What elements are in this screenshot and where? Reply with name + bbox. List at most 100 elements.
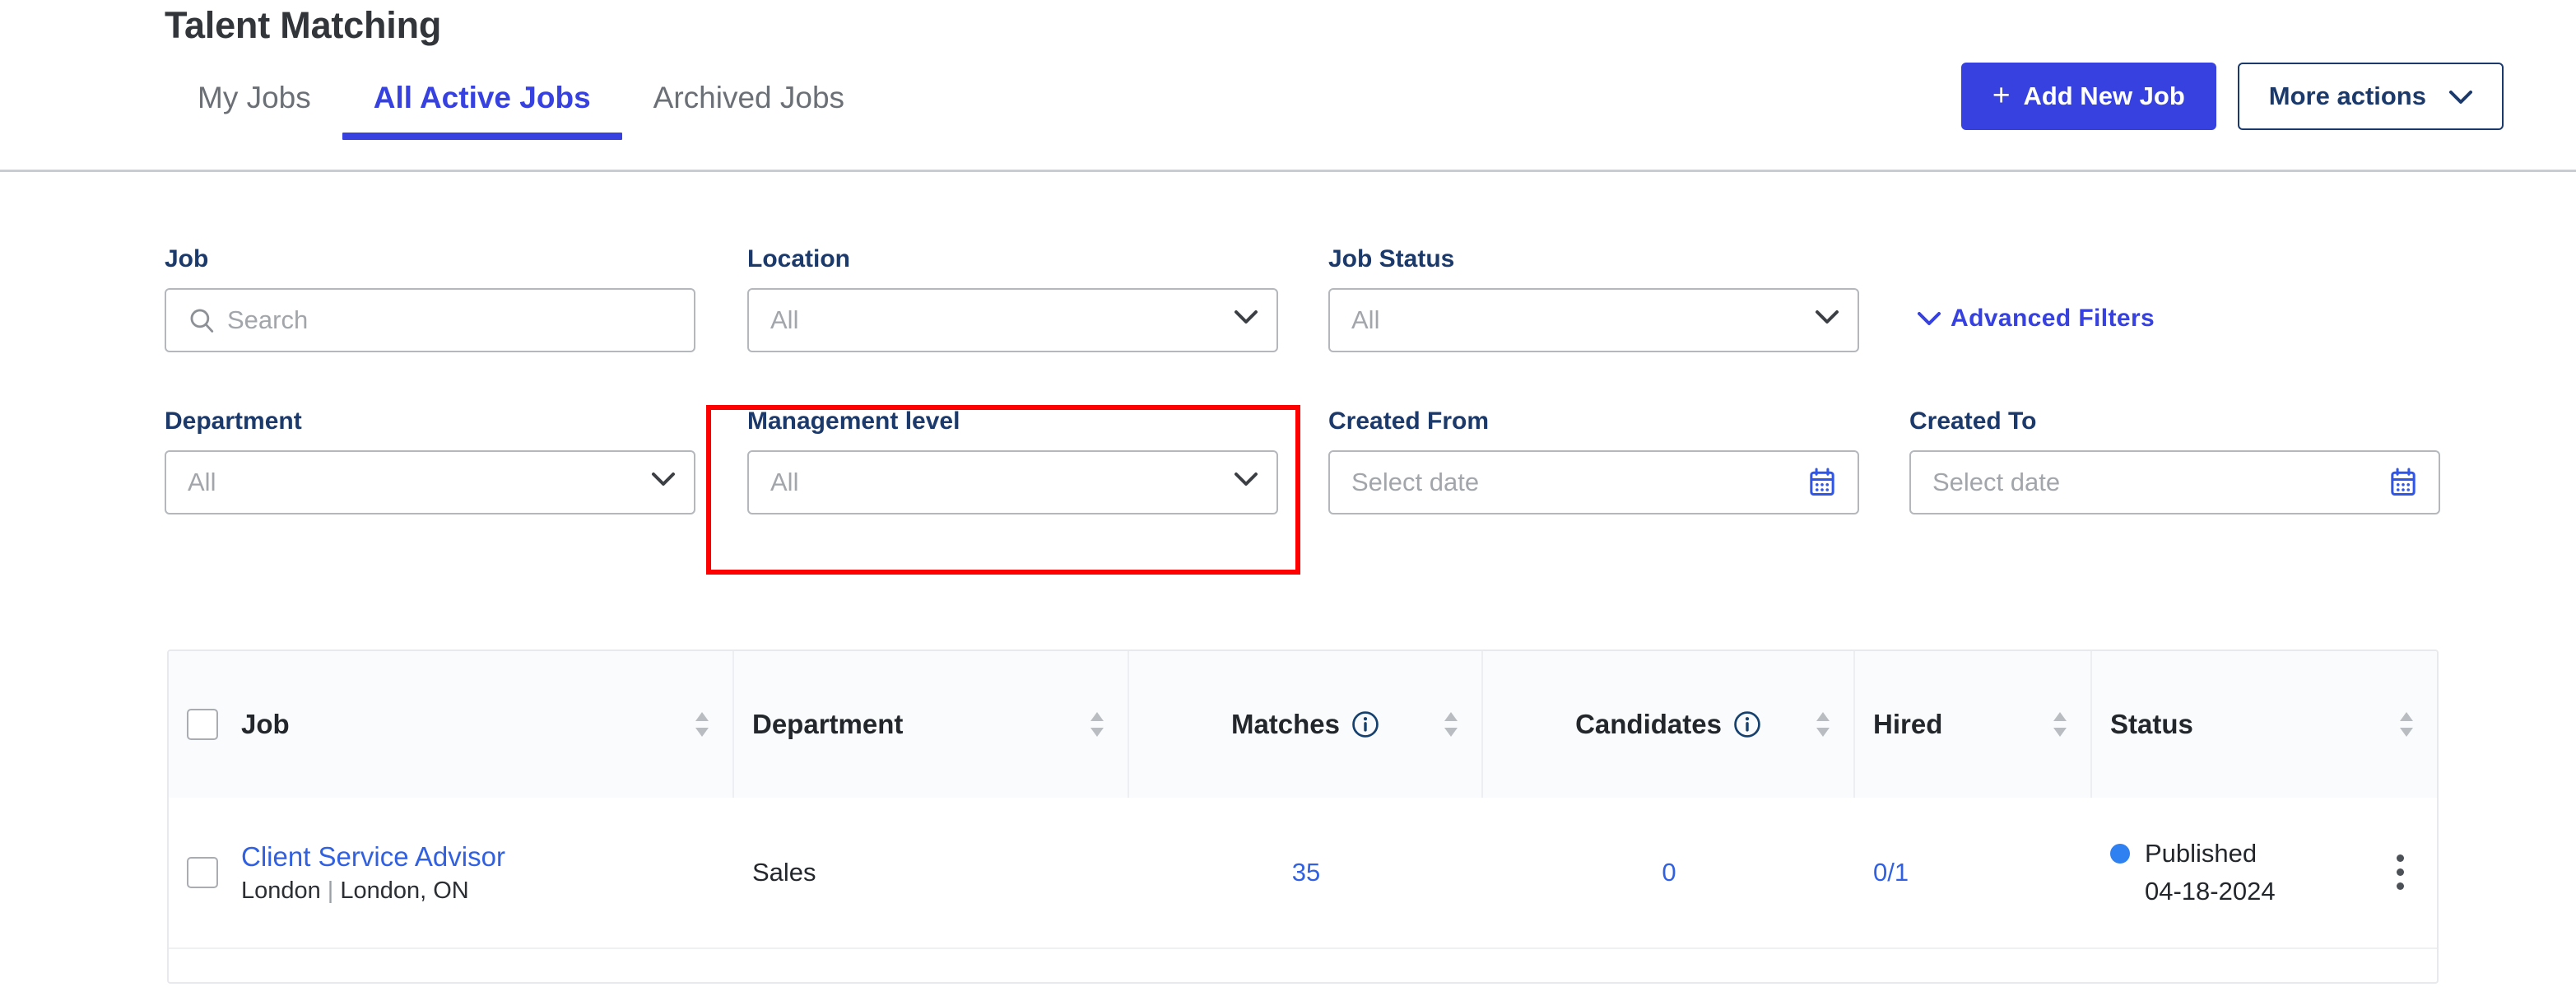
chevron-down-icon [1815, 310, 1839, 331]
filter-row-2: Department All Management level All Crea… [0, 387, 2576, 576]
status-badge: Published 04-18-2024 [2110, 839, 2276, 906]
column-header-label: Matches [1230, 709, 1341, 739]
column-header-label: Candidates [1575, 709, 1722, 739]
job-location-primary: London [241, 877, 321, 904]
jobs-table: Job Department Matches Candidates Hired … [167, 649, 2439, 984]
column-header-label: Status [2110, 709, 2193, 739]
tab-archived-jobs[interactable]: Archived Jobs [622, 81, 876, 140]
tab-bar: My Jobs All Active Jobs Archived Jobs [165, 81, 876, 140]
filter-department-label: Department [165, 407, 302, 435]
plus-icon: + [1992, 78, 2011, 112]
advanced-filters-label: Advanced Filters [1951, 305, 2155, 332]
table-header-row: Job Department Matches Candidates Hired … [169, 651, 2437, 798]
tab-underline [342, 133, 622, 140]
select-all-checkbox[interactable] [187, 709, 218, 740]
chevron-down-icon [1918, 305, 1941, 333]
cell-matches: 35 [1129, 798, 1483, 947]
column-header-department[interactable]: Department [734, 651, 1129, 798]
cell-hired: 0/1 [1855, 798, 2092, 947]
filter-job-label: Job [165, 245, 209, 272]
created-to-date-input[interactable]: Select date [1909, 450, 2440, 514]
column-header-label: Department [752, 709, 904, 739]
sort-icon[interactable] [2051, 710, 2069, 739]
column-header-label: Job [241, 709, 290, 739]
search-placeholder: Search [227, 305, 309, 334]
advanced-filters-toggle[interactable]: Advanced Filters [1918, 305, 2155, 333]
header-actions: + Add New Job More actions [1960, 63, 2504, 130]
row-more-options-icon[interactable] [2397, 854, 2404, 890]
location-select[interactable]: All [747, 288, 1278, 352]
management-level-value: All [770, 468, 799, 496]
sort-icon[interactable] [1814, 710, 1832, 739]
filter-management-level-label: Management level [747, 407, 960, 435]
calendar-icon[interactable] [2389, 468, 2417, 497]
tab-my-jobs[interactable]: My Jobs [165, 81, 342, 140]
page-title: Talent Matching [165, 4, 442, 46]
more-actions-button[interactable]: More actions [2237, 63, 2504, 130]
cell-department: Sales [734, 798, 1129, 947]
table-row: Client Service Advisor London | London, ON… [169, 798, 2437, 949]
column-header-candidates[interactable]: Candidates [1483, 651, 1855, 798]
job-info: Client Service Advisor London | London, ON [241, 841, 505, 905]
search-input[interactable]: Search [165, 288, 695, 352]
chevron-down-icon [2449, 81, 2472, 111]
cell-job: Client Service Advisor London | London, ON [169, 798, 734, 947]
management-level-select[interactable]: All [747, 450, 1278, 514]
job-location: London | London, ON [241, 878, 505, 905]
column-header-job[interactable]: Job [169, 651, 734, 798]
filter-department: Department All [165, 407, 695, 514]
department-value: All [188, 468, 216, 496]
calendar-icon[interactable] [1808, 468, 1836, 497]
job-location-secondary: London, ON [340, 877, 469, 904]
chevron-down-icon [1234, 472, 1258, 493]
hired-value[interactable]: 0/1 [1873, 858, 1909, 887]
department-select[interactable]: All [165, 450, 695, 514]
column-header-hired[interactable]: Hired [1855, 651, 2092, 798]
job-status-select[interactable]: All [1328, 288, 1859, 352]
status-date: 04-18-2024 [2145, 877, 2276, 906]
tab-label: My Jobs [198, 81, 311, 114]
filter-created-from-label: Created From [1328, 407, 1490, 435]
location-value: All [770, 305, 799, 334]
candidates-value[interactable]: 0 [1662, 858, 1676, 887]
chevron-down-icon [651, 472, 675, 493]
add-new-job-label: Add New Job [2023, 81, 2185, 110]
job-title-link[interactable]: Client Service Advisor [241, 841, 505, 873]
department-value: Sales [752, 858, 816, 887]
filter-job: Job Search [165, 245, 695, 352]
table-row-partial [169, 949, 2437, 982]
sort-icon[interactable] [1088, 710, 1106, 739]
status-dot-icon [2110, 844, 2130, 864]
filter-management-level: Management level All [747, 407, 1278, 514]
talent-matching-page: Talent Matching My Jobs All Active Jobs … [0, 0, 2576, 987]
header-divider [0, 170, 2576, 172]
info-icon[interactable] [1733, 710, 1761, 738]
cell-candidates: 0 [1483, 798, 1855, 947]
sort-icon[interactable] [693, 710, 711, 739]
matches-value[interactable]: 35 [1292, 858, 1320, 887]
tab-label: All Active Jobs [373, 81, 591, 114]
filter-row-1: Job Search Location All Job Status All [0, 198, 2576, 387]
filter-created-to-label: Created To [1909, 407, 2037, 435]
created-from-date-input[interactable]: Select date [1328, 450, 1859, 514]
cell-status: Published 04-18-2024 [2092, 798, 2437, 947]
job-location-separator: | [327, 877, 334, 904]
more-actions-label: More actions [2268, 81, 2426, 110]
filter-created-to: Created To Select date [1909, 407, 2440, 514]
search-icon [188, 306, 216, 334]
status-label: Published [2145, 839, 2257, 868]
sort-icon[interactable] [2397, 710, 2416, 739]
chevron-down-icon [1234, 310, 1258, 331]
row-checkbox[interactable] [187, 857, 218, 888]
info-icon[interactable] [1351, 710, 1379, 738]
column-header-status[interactable]: Status [2092, 651, 2437, 798]
job-status-value: All [1351, 305, 1380, 334]
column-header-matches[interactable]: Matches [1129, 651, 1483, 798]
tab-all-active-jobs[interactable]: All Active Jobs [342, 81, 622, 140]
filter-panel: Job Search Location All Job Status All D… [0, 198, 2576, 576]
add-new-job-button[interactable]: + Add New Job [1960, 63, 2216, 130]
filter-location: Location All [747, 245, 1278, 352]
filter-job-status-label: Job Status [1328, 245, 1455, 272]
sort-icon[interactable] [1442, 710, 1460, 739]
created-from-placeholder: Select date [1351, 468, 1480, 496]
